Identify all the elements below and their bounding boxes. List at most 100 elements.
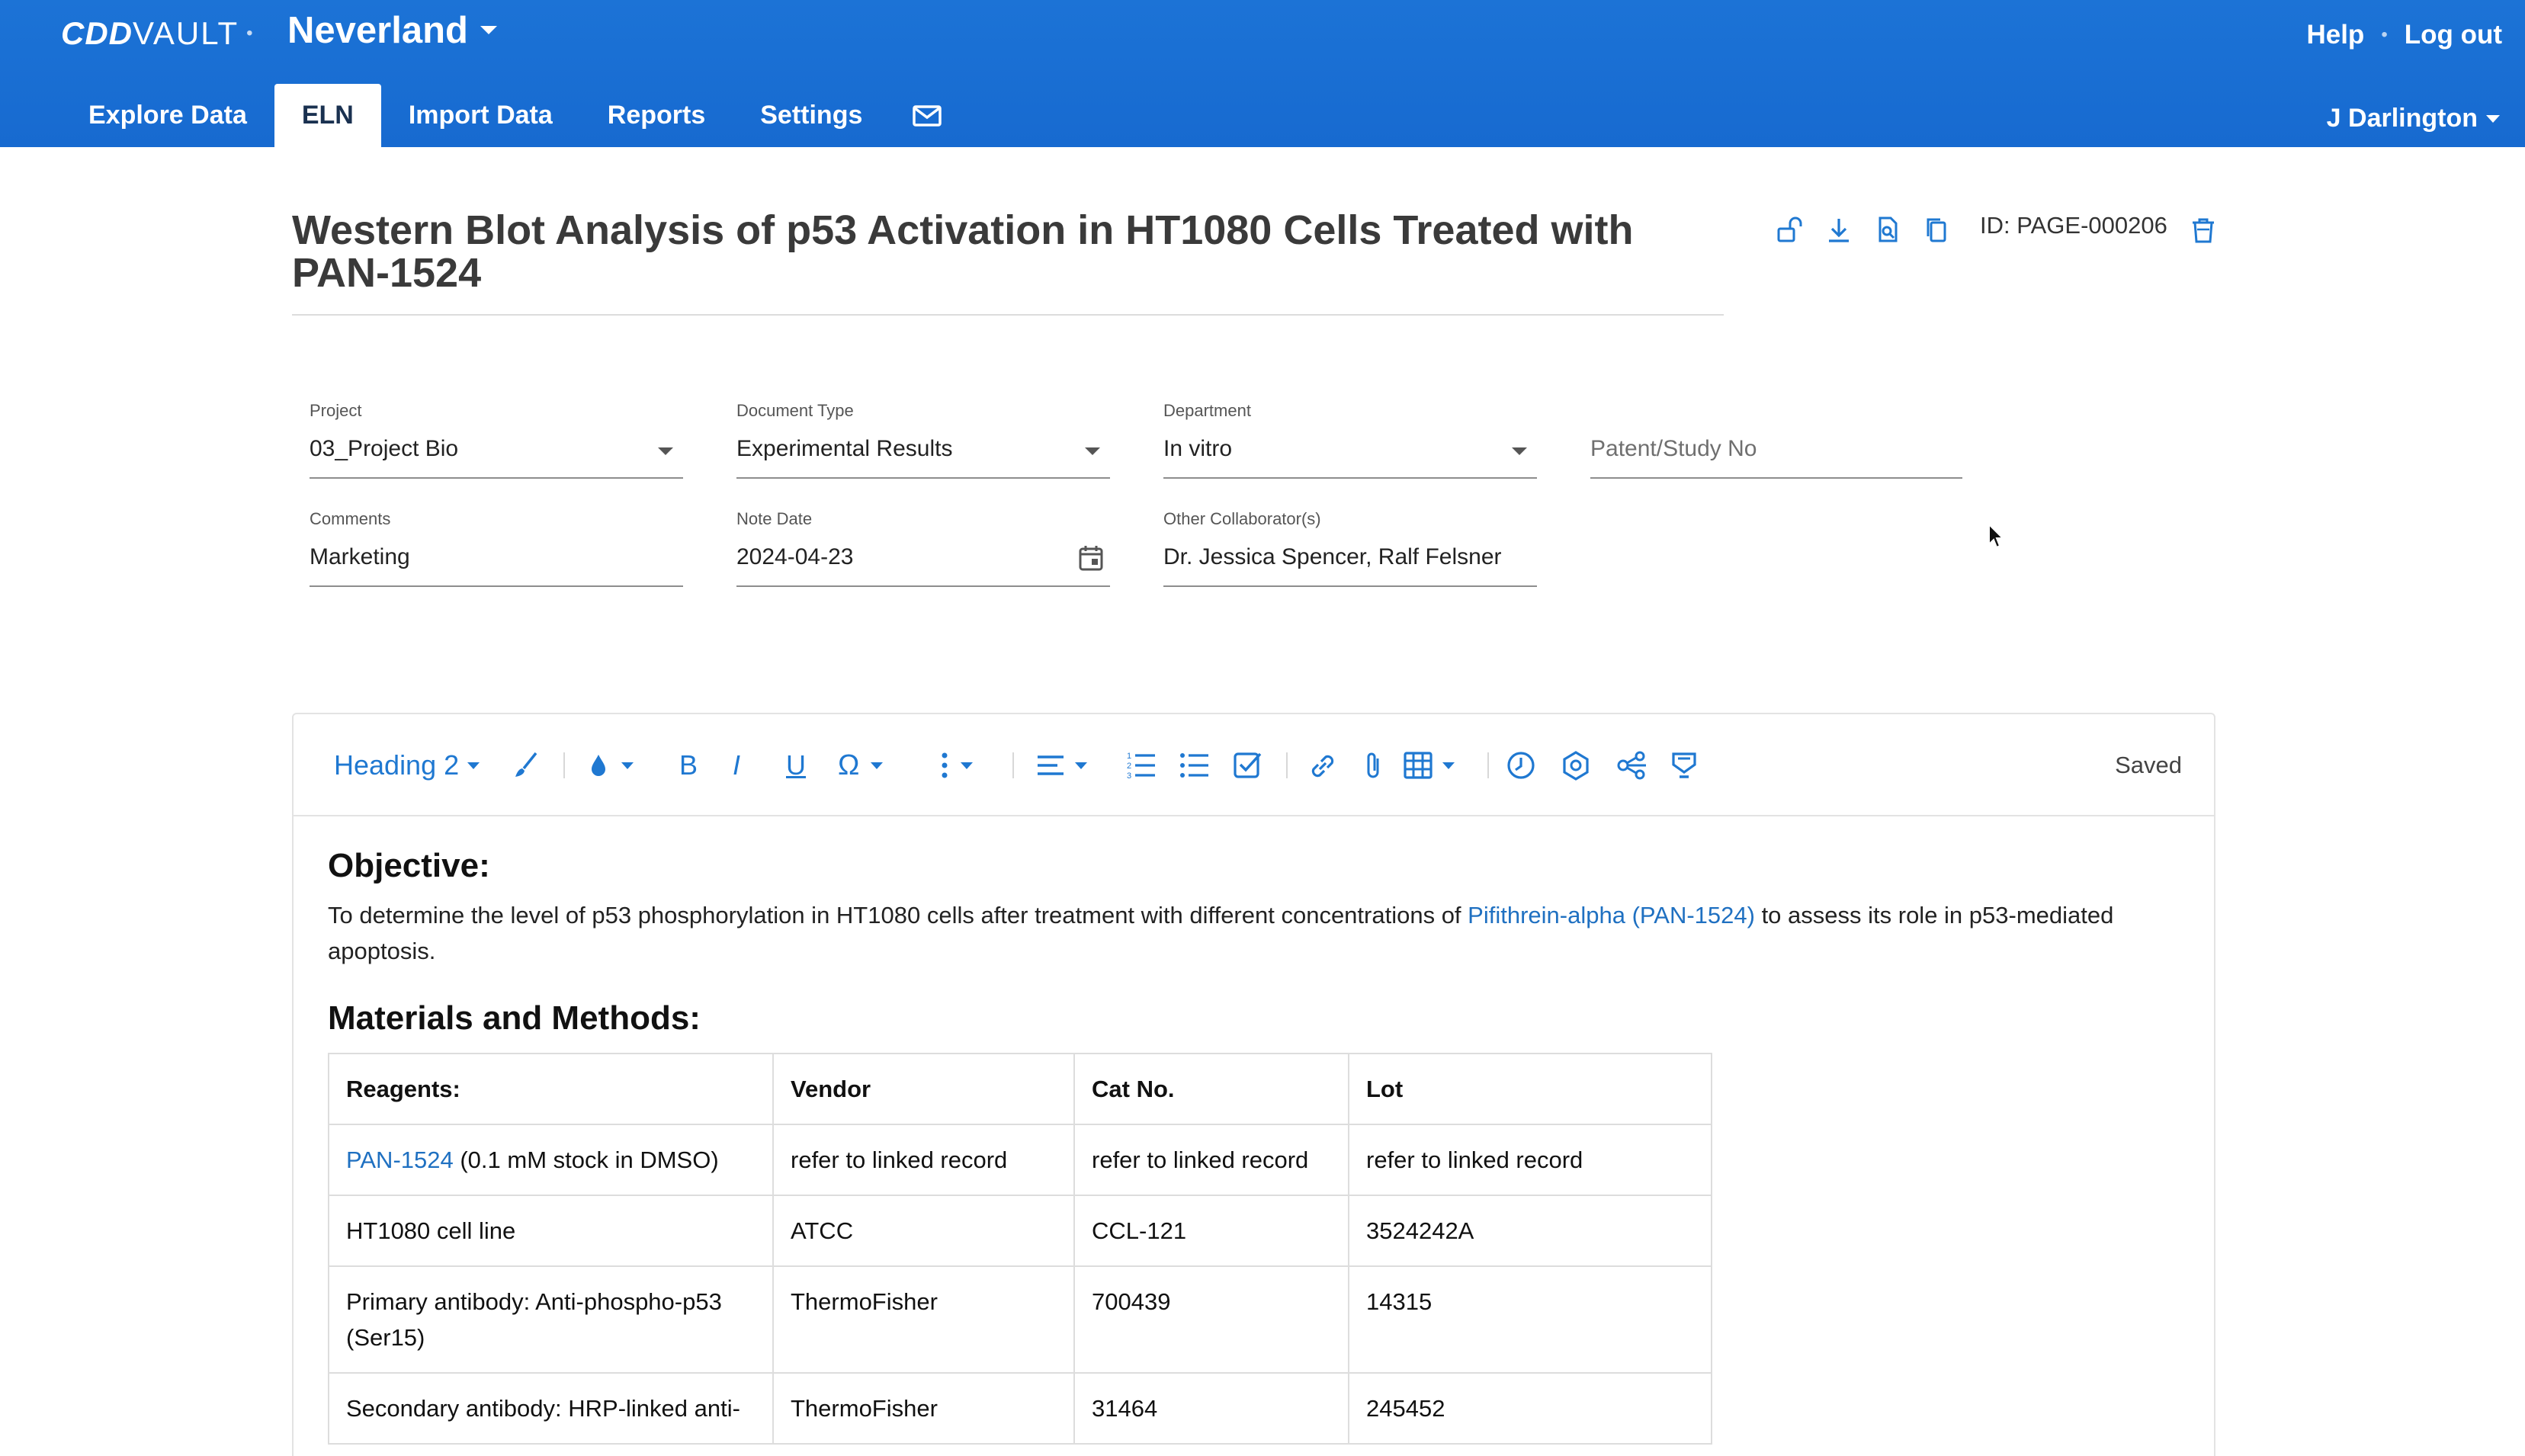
title-divider	[292, 314, 1724, 316]
table-cell-reagent: PAN-1524 (0.1 mM stock in DMSO)	[328, 1124, 774, 1196]
patent-study-input[interactable]: Patent/Study No	[1590, 421, 1962, 479]
table-cell-vendor: ThermoFisher	[772, 1372, 1075, 1445]
tab-reports[interactable]: Reports	[580, 84, 733, 147]
envelope-icon	[913, 104, 942, 127]
objective-paragraph: To determine the level of p53 phosphoryl…	[328, 897, 2142, 969]
chevron-down-icon	[2486, 114, 2500, 123]
bullet-list-icon[interactable]	[1179, 714, 1210, 816]
table-cell-lot: 245452	[1348, 1372, 1712, 1445]
collaborators-label: Other Collaborator(s)	[1163, 509, 1321, 528]
italic-button[interactable]: I	[733, 714, 740, 816]
logo-cdd-text: CDD	[61, 15, 133, 51]
table-cell-lot: 3524242A	[1348, 1195, 1712, 1267]
share-graph-icon[interactable]	[1615, 714, 1648, 816]
department-field[interactable]: Department In vitro	[1163, 401, 1537, 479]
patent-study-placeholder: Patent/Study No	[1590, 436, 1757, 461]
chevron-down-icon	[961, 762, 973, 769]
column-header-reagents: Reagents:	[328, 1053, 774, 1125]
vault-name: Neverland	[287, 10, 468, 51]
bold-button[interactable]: B	[679, 714, 698, 816]
chevron-down-icon	[621, 762, 634, 769]
vault-selector[interactable]: Neverland	[287, 9, 499, 52]
search-document-icon[interactable]	[1872, 215, 1903, 245]
chevron-down-icon	[1085, 447, 1100, 455]
comments-input[interactable]: Marketing	[310, 529, 683, 587]
page-title[interactable]: Western Blot Analysis of p53 Activation …	[292, 209, 1725, 294]
logo-vault-text: VAULT	[133, 15, 239, 51]
italic-icon: I	[733, 749, 741, 781]
table-cell-reagent: Secondary antibody: HRP-linked anti-	[328, 1372, 774, 1445]
table-icon	[1404, 752, 1433, 779]
project-value: 03_Project Bio	[310, 436, 459, 461]
table-cell-cat: refer to linked record	[1073, 1124, 1349, 1196]
brush-icon[interactable]	[512, 714, 542, 816]
objective-heading: Objective:	[328, 847, 490, 884]
svg-text:1: 1	[1127, 752, 1131, 761]
top-navigation-bar: CDD VAULT • Neverland Help • Log out Exp…	[0, 0, 2525, 147]
table-cell-vendor: ThermoFisher	[772, 1265, 1075, 1374]
chevron-down-icon	[1512, 447, 1527, 455]
molecule-icon[interactable]	[1561, 714, 1591, 816]
project-field[interactable]: Project 03_Project Bio	[310, 401, 683, 479]
block-style-select[interactable]: Heading 2	[334, 714, 480, 816]
document-type-field[interactable]: Document Type Experimental Results	[736, 401, 1110, 479]
attachment-icon[interactable]	[1362, 714, 1385, 816]
copy-icon[interactable]	[1921, 215, 1952, 245]
clock-icon[interactable]	[1506, 714, 1536, 816]
special-char-button[interactable]: Ω	[838, 714, 884, 816]
tab-settings[interactable]: Settings	[733, 84, 890, 147]
table-header-row: Reagents: Vendor Cat No. Lot	[328, 1053, 1712, 1125]
download-icon[interactable]	[1824, 215, 1854, 245]
tab-messages[interactable]	[890, 84, 964, 147]
chevron-down-icon	[871, 762, 884, 769]
logo-dot: •	[246, 23, 253, 43]
project-select[interactable]: 03_Project Bio	[310, 421, 683, 479]
comments-field[interactable]: Comments Marketing	[310, 509, 683, 587]
department-label: Department	[1163, 401, 1251, 420]
trash-icon[interactable]	[2188, 215, 2219, 245]
more-vertical-icon	[942, 752, 948, 778]
calendar-icon[interactable]	[1078, 544, 1104, 572]
editor-toolbar: Heading 2 B I U Ω 12 3 Saved	[294, 714, 2214, 816]
tab-explore-data[interactable]: Explore Data	[61, 84, 274, 147]
save-status: Saved	[2115, 752, 2182, 778]
align-button[interactable]	[1036, 714, 1088, 816]
help-link[interactable]: Help	[2306, 20, 2364, 50]
note-date-input[interactable]: 2024-04-23	[736, 529, 1110, 587]
cdd-vault-logo[interactable]: CDD VAULT •	[61, 15, 253, 51]
chevron-down-icon	[658, 447, 673, 455]
project-label: Project	[310, 401, 362, 420]
more-options-button[interactable]	[940, 714, 974, 816]
note-date-label: Note Date	[736, 509, 813, 528]
text-color-button[interactable]	[587, 714, 634, 816]
note-date-field[interactable]: Note Date 2024-04-23	[736, 509, 1110, 587]
table-button[interactable]	[1404, 714, 1455, 816]
checklist-icon[interactable]	[1233, 714, 1263, 816]
collaborators-field[interactable]: Other Collaborator(s) Dr. Jessica Spence…	[1163, 509, 1537, 587]
document-type-value: Experimental Results	[736, 436, 953, 461]
text-color-icon	[592, 755, 605, 776]
compound-link[interactable]: PAN-1524	[346, 1147, 454, 1173]
ordered-list-icon[interactable]: 123	[1126, 714, 1157, 816]
document-type-select[interactable]: Experimental Results	[736, 421, 1110, 479]
main-tabs: Explore Data ELN Import Data Reports Set…	[61, 84, 964, 147]
unlock-icon[interactable]	[1775, 215, 1805, 245]
link-icon[interactable]	[1307, 714, 1338, 816]
user-menu[interactable]: J Darlington	[2327, 104, 2501, 133]
underline-button[interactable]: U	[786, 714, 806, 816]
note-date-value: 2024-04-23	[736, 544, 854, 569]
logout-link[interactable]: Log out	[2405, 20, 2502, 50]
tab-eln[interactable]: ELN	[274, 84, 381, 147]
department-select[interactable]: In vitro	[1163, 421, 1537, 479]
column-header-vendor: Vendor	[772, 1053, 1075, 1125]
compound-link[interactable]: Pifithrein-alpha (PAN-1524)	[1468, 902, 1755, 928]
department-value: In vitro	[1163, 436, 1233, 461]
page-id: ID: PAGE-000206	[1980, 212, 2167, 239]
patent-field[interactable]: Patent/Study No	[1590, 401, 1962, 479]
header-separator: •	[2381, 24, 2388, 45]
column-header-cat-no: Cat No.	[1073, 1053, 1349, 1125]
collaborators-input[interactable]: Dr. Jessica Spencer, Ralf Felsner	[1163, 529, 1537, 587]
document-actions	[1775, 215, 1952, 245]
stamp-icon[interactable]	[1670, 714, 1698, 816]
tab-import-data[interactable]: Import Data	[381, 84, 580, 147]
